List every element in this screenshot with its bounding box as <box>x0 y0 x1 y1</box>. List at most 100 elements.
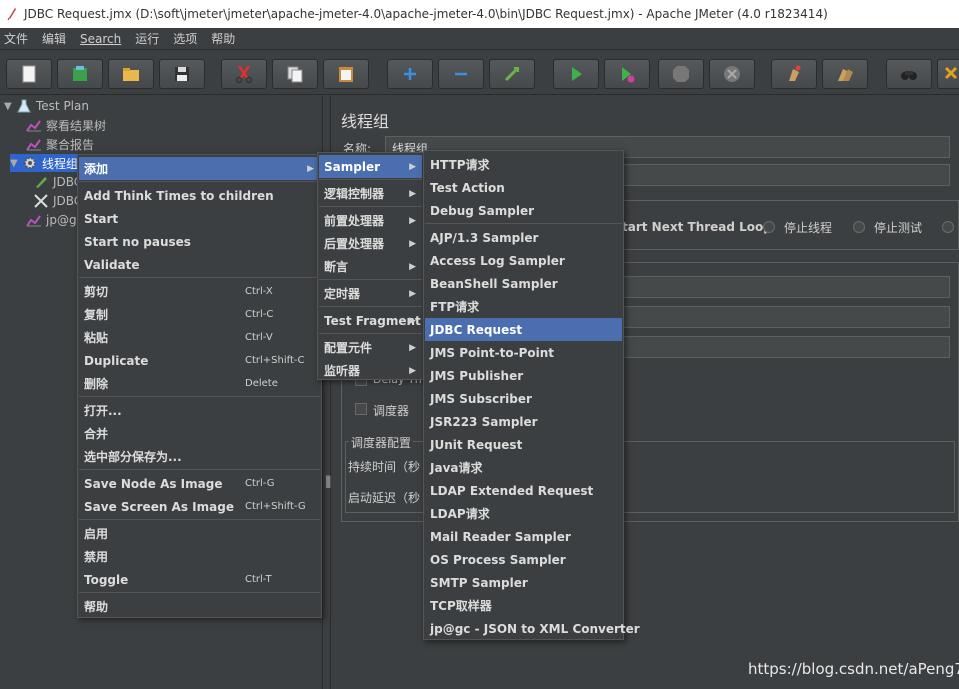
tree-node-test-plan[interactable]: ▼ Test Plan <box>4 97 89 115</box>
sampler-menu-item-ldap[interactable]: LDAP请求 <box>425 502 622 525</box>
sampler-menu-item-beanshell-sampler[interactable]: BeanShell Sampler <box>425 272 622 295</box>
sampler-menu-item-tcp[interactable]: TCP取样器 <box>425 594 622 617</box>
add-menu-item-item[interactable]: 后置处理器 ▶ <box>319 232 422 255</box>
menu-edit[interactable]: 编辑 <box>42 30 66 47</box>
menu-search[interactable]: Search <box>80 32 121 46</box>
new-button[interactable] <box>6 59 52 89</box>
sampler-menu-item-java[interactable]: Java请求 <box>425 456 622 479</box>
context-menu-item-duplicate[interactable]: Duplicate Ctrl+Shift-C <box>79 349 320 372</box>
menu-item-label: 添加 <box>84 162 109 176</box>
menu-shortcut: Ctrl-G <box>245 478 275 489</box>
shutdown-button[interactable] <box>709 59 755 89</box>
context-menu-item-add-think-times-to-children[interactable]: Add Think Times to children <box>79 184 320 207</box>
context-menu: 添加 ▶ Add Think Times to children Start Start… <box>77 154 322 618</box>
menu-help[interactable]: 帮助 <box>211 30 235 47</box>
sampler-menu-item-jdbc-request[interactable]: JDBC Request <box>425 318 622 341</box>
context-menu-item-item[interactable]: 剪切 Ctrl-X <box>79 280 320 303</box>
paste-button[interactable] <box>323 59 369 89</box>
stop-button[interactable] <box>658 59 704 89</box>
sampler-menu-item-os-process-sampler[interactable]: OS Process Sampler <box>425 548 622 571</box>
start-no-pause-button[interactable] <box>604 59 650 89</box>
toggle-button[interactable] <box>489 59 535 89</box>
context-menu-item-start-no-pauses[interactable]: Start no pauses <box>79 230 320 253</box>
reset-search-button[interactable] <box>937 59 959 89</box>
menu-run[interactable]: 运行 <box>135 30 159 47</box>
context-menu-item-save-screen-as-image[interactable]: Save Screen As Image Ctrl+Shift-G <box>79 495 320 518</box>
collapse-button[interactable] <box>438 59 484 89</box>
templates-button[interactable] <box>57 59 103 89</box>
clear-button[interactable] <box>771 59 817 89</box>
sampler-menu-item-ajp-1-3-sampler[interactable]: AJP/1.3 Sampler <box>425 226 622 249</box>
tree-node-thread-group[interactable]: ▼ 线程组 <box>10 154 79 172</box>
sampler-menu-item-ldap-extended-request[interactable]: LDAP Extended Request <box>425 479 622 502</box>
add-menu-item-item[interactable]: 逻辑控制器 ▶ <box>319 182 422 205</box>
context-menu-item-item[interactable]: 合并 <box>79 422 320 445</box>
menu-options[interactable]: 选项 <box>173 30 197 47</box>
context-menu-item-item[interactable]: 帮助 <box>79 595 320 618</box>
sampler-menu-item-jp-gc-json-to-xml-converter[interactable]: jp@gc - JSON to XML Converter <box>425 617 640 640</box>
context-menu-item-item[interactable]: 启用 <box>79 522 320 545</box>
context-menu-item-item[interactable]: 复制 Ctrl-C <box>79 303 320 326</box>
menu-item-label: OS Process Sampler <box>430 552 566 567</box>
sampler-menu-item-access-log-sampler[interactable]: Access Log Sampler <box>425 249 622 272</box>
window-title: JDBC Request.jmx (D:\soft\jmeter\jmeter\… <box>24 7 828 21</box>
menu-item-label: LDAP请求 <box>430 507 490 521</box>
tree-node-jdbc-request[interactable]: JDBC <box>33 173 82 191</box>
expand-arrow-icon[interactable]: ▼ <box>4 101 14 112</box>
add-menu-item-item[interactable]: 前置处理器 ▶ <box>319 209 422 232</box>
sampler-menu-item-debug-sampler[interactable]: Debug Sampler <box>425 199 622 222</box>
context-menu-item-item[interactable]: 删除 Delete <box>79 372 320 395</box>
open-button[interactable] <box>108 59 154 89</box>
sampler-menu-item-junit-request[interactable]: JUnit Request <box>425 433 622 456</box>
search-icon <box>901 71 917 80</box>
menu-item-label: 删除 <box>84 377 109 391</box>
sampler-menu-item-jsr223-sampler[interactable]: JSR223 Sampler <box>425 410 622 433</box>
tree-node-aggregate-report[interactable]: 聚合报告 <box>26 135 94 153</box>
tree-node-jdbc-config[interactable]: JDBC <box>33 192 82 210</box>
start-button[interactable] <box>553 59 599 89</box>
menu-file[interactable]: 文件 <box>4 30 28 47</box>
sampler-menu-item-smtp-sampler[interactable]: SMTP Sampler <box>425 571 622 594</box>
expand-button[interactable] <box>387 59 433 89</box>
clear-all-button[interactable] <box>822 59 868 89</box>
menu-item-label: 合并 <box>84 427 109 441</box>
context-menu-item-item[interactable]: 选中部分保存为... <box>79 445 320 468</box>
sampler-menu-item-jms-publisher[interactable]: JMS Publisher <box>425 364 622 387</box>
stop-thread-radio[interactable] <box>763 221 775 233</box>
expand-arrow-icon[interactable]: ▼ <box>10 158 20 169</box>
tree-label: 线程组 <box>42 156 79 171</box>
sampler-menu-item-jms-point-to-point[interactable]: JMS Point-to-Point <box>425 341 622 364</box>
save-icon <box>175 67 189 81</box>
context-menu-item-item[interactable]: 粘贴 Ctrl-V <box>79 326 320 349</box>
add-menu-item-sampler[interactable]: Sampler ▶ <box>319 155 422 178</box>
context-menu-item-validate[interactable]: Validate <box>79 253 320 276</box>
context-menu-item-item[interactable]: 添加 ▶ <box>79 157 320 180</box>
sampler-menu-item-mail-reader-sampler[interactable]: Mail Reader Sampler <box>425 525 622 548</box>
menu-item-label: Save Node As Image <box>84 476 223 491</box>
search-button[interactable] <box>886 59 932 89</box>
sampler-menu-item-ftp[interactable]: FTP请求 <box>425 295 622 318</box>
add-menu-item-test-fragment[interactable]: Test Fragment ▶ <box>319 309 422 332</box>
context-menu-item-save-node-as-image[interactable]: Save Node As Image Ctrl-G <box>79 472 320 495</box>
menu-separator <box>319 179 422 180</box>
jmeter-feather-icon <box>7 8 16 21</box>
cut-button[interactable] <box>221 59 267 89</box>
save-button[interactable] <box>159 59 205 89</box>
sampler-menu-item-test-action[interactable]: Test Action <box>425 176 622 199</box>
context-menu-item-item[interactable]: 禁用 <box>79 545 320 568</box>
add-menu-item-item[interactable]: 监听器 ▶ <box>319 359 422 382</box>
copy-button[interactable] <box>272 59 318 89</box>
add-menu-item-item[interactable]: 配置元件 ▶ <box>319 336 422 359</box>
stop-test-now-radio[interactable] <box>942 221 954 233</box>
context-menu-item-start[interactable]: Start <box>79 207 320 230</box>
add-menu-item-item[interactable]: 定时器 ▶ <box>319 282 422 305</box>
stop-test-radio[interactable] <box>853 221 865 233</box>
tree-node-view-results-tree[interactable]: 察看结果树 <box>26 116 106 134</box>
add-menu-item-item[interactable]: 断言 ▶ <box>319 255 422 278</box>
context-menu-item-toggle[interactable]: Toggle Ctrl-T <box>79 568 320 591</box>
scheduler-checkbox[interactable] <box>355 403 367 415</box>
sampler-menu-item-http[interactable]: HTTP请求 <box>425 153 622 176</box>
tree-node-jpgc[interactable]: jp@gc <box>26 211 83 229</box>
sampler-menu-item-jms-subscriber[interactable]: JMS Subscriber <box>425 387 622 410</box>
context-menu-item-item[interactable]: 打开... <box>79 399 320 422</box>
